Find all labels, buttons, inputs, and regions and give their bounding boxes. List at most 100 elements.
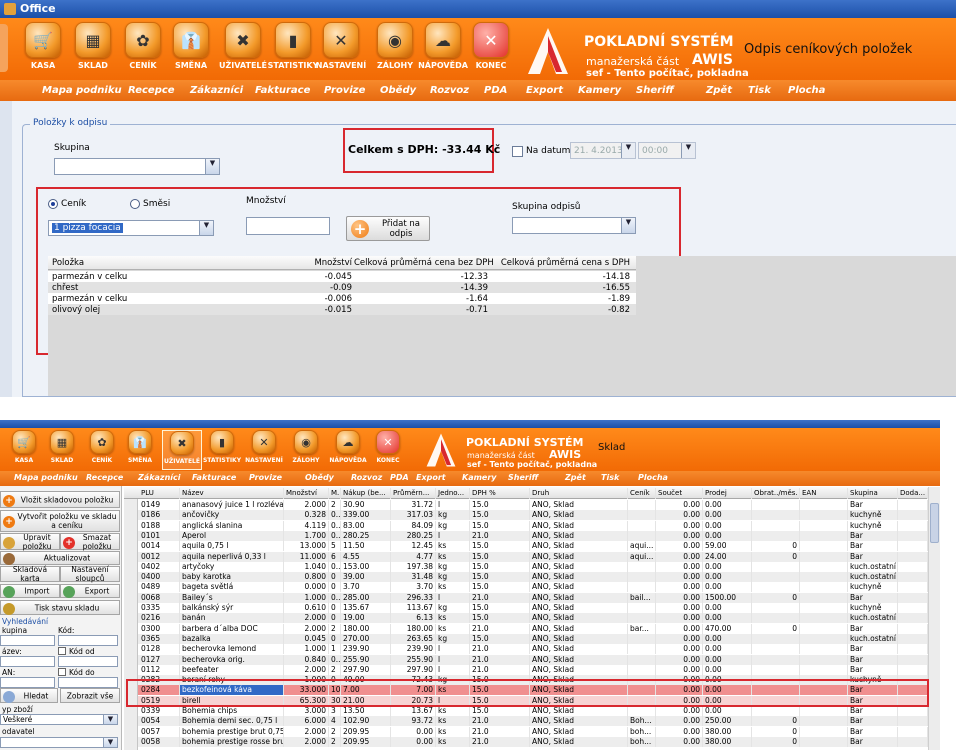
dodavatel-select[interactable]: ▼ [0, 737, 118, 748]
sklad-table-row[interactable]: 0339 Bohemia chips 3.000 3 13.50 13.67 ks 15.0 A… [138, 706, 928, 716]
menu-item[interactable]: Plocha [788, 85, 825, 96]
toolbar2-nastavení-button[interactable]: ✕ NASTAVENÍ [244, 430, 284, 470]
aktualizovat-button[interactable]: Aktualizovat [0, 551, 120, 565]
zobrazit-vse-button[interactable]: Zobrazit vše [60, 688, 120, 703]
sklad-table-row[interactable]: 0365 bazalka 0.045 0 270.00 263.65 kg 15.0 ANO, … [138, 633, 928, 644]
sklad-table-row[interactable]: 0188anglická slanina4.1190...83.0084.09k… [138, 520, 928, 531]
menu2-item[interactable]: Tisk [601, 473, 619, 482]
sklad-column-header[interactable]: Množství [284, 488, 329, 499]
chevron-down-icon[interactable]: ▼ [621, 218, 635, 233]
sklad-table-row[interactable]: 0101Aperol1.7000...280.25280.25l21.0ANO,… [138, 530, 928, 541]
sklad-table-row[interactable]: 0112 beefeater 2.000 2 297.90 297.90 l 21.0 ANO,… [138, 664, 928, 675]
time-dropdown-icon[interactable]: ▼ [681, 143, 695, 158]
toolbar-statistiky-button[interactable]: ▮ STATISTIKY [268, 22, 318, 80]
menu-item[interactable]: Provize [324, 85, 365, 96]
nastaveni-sloupcu-button[interactable]: Nastavení sloupců [60, 565, 120, 583]
scroll-thumb[interactable] [930, 503, 939, 543]
add-to-odpis-button[interactable]: + Přidat na odpis [346, 216, 430, 241]
mnozstvi-input[interactable] [246, 217, 330, 235]
vertical-scrollbar[interactable] [928, 487, 940, 750]
na-datum-checkbox[interactable] [512, 146, 523, 157]
tisk-stavu-button[interactable]: Tisk stavu skladu [0, 600, 120, 615]
kod-od-checkbox[interactable] [58, 647, 66, 655]
menu2-item[interactable]: Provize [249, 473, 282, 482]
toolbar-sklad-button[interactable]: ▦ SKLAD [68, 22, 118, 80]
search-kod-input[interactable] [58, 635, 118, 646]
radio-smesi[interactable] [130, 199, 140, 209]
sklad-column-header[interactable]: Skupina [848, 488, 898, 499]
search-kod-do-input[interactable] [58, 677, 118, 688]
import-button[interactable]: Import [0, 584, 60, 598]
menu2-item[interactable]: Obědy [305, 473, 334, 482]
sklad-table-row[interactable]: 0186ančovičky0.3280...339.00317.03kg15.0… [138, 510, 928, 521]
sklad-column-header[interactable]: Součet [656, 488, 703, 499]
search-kod-od-input[interactable] [58, 656, 118, 667]
sklad-column-header[interactable]: Prodej [703, 488, 752, 499]
toolbar-ceník-button[interactable]: ✿ CENÍK [118, 22, 168, 80]
odpis-column-header[interactable]: Celková průměrná cena s DPH [490, 258, 630, 268]
skladova-karta-button[interactable]: Skladová karta [0, 565, 60, 583]
kod-do-checkbox[interactable] [58, 668, 66, 676]
menu-item[interactable]: Zákazníci [190, 85, 243, 96]
menu-item[interactable]: Rozvoz [430, 85, 469, 96]
skupina-odpisu-select[interactable]: ▼ [512, 217, 636, 234]
toolbar-zálohy-button[interactable]: ◉ ZÁLOHY [370, 22, 420, 80]
menu-item[interactable]: Kamery [578, 85, 621, 96]
smazat-polozku-button[interactable]: + Smazat položku [60, 533, 120, 551]
menu-item[interactable]: Recepce [128, 85, 175, 96]
sklad-table-row[interactable]: 0127becherovka orig.0.8400...255.90255.9… [138, 654, 928, 665]
menu-item[interactable]: Fakturace [255, 85, 310, 96]
vytvorit-polozku-button[interactable]: + Vytvořit položku ve skladu a ceníku [0, 510, 120, 532]
toolbar-směna-button[interactable]: 👔 SMĚNA [166, 22, 216, 80]
export-button[interactable]: Export [60, 584, 120, 598]
toolbar-kasa-button[interactable]: 🛒 KASA [18, 22, 68, 80]
menu-item[interactable]: Sheriff [636, 85, 674, 96]
toolbar-konec-button[interactable]: ✕ KONEC [466, 22, 516, 80]
search-ean-input[interactable] [0, 677, 55, 688]
product-select[interactable]: 1 pizza focacia ▼ [48, 220, 214, 236]
sklad-table-row[interactable]: 0300 barbera d´alba DOC 2.000 2 180.00 180.00… [138, 623, 928, 634]
menu-item[interactable]: Mapa podniku [42, 85, 122, 96]
sklad-table-row[interactable]: 0068Bailey´s1.0000...285.00296.33l21.0AN… [138, 592, 928, 603]
menu2-item[interactable]: Zákazníci [138, 473, 181, 482]
toolbar2-směna-button[interactable]: 👔 SMĚNA [120, 430, 160, 470]
date-picker[interactable]: 21. 4.2013 ▼ [570, 142, 636, 159]
odpis-column-header[interactable]: Množství [222, 258, 352, 268]
chevron-down-icon[interactable]: ▼ [103, 715, 117, 724]
sklad-table-row[interactable]: 0402artyčoky1.0400...153.00197.38kg15.0A… [138, 561, 928, 572]
menu-item[interactable]: Zpět [706, 85, 732, 96]
menu2-item[interactable]: Kamery [462, 473, 497, 482]
toolbar2-zálohy-button[interactable]: ◉ ZÁLOHY [286, 430, 326, 470]
sklad-column-header[interactable]: Nákup (be... [341, 488, 391, 499]
odpis-column-header[interactable]: Položka [52, 258, 222, 268]
chevron-down-icon[interactable]: ▼ [205, 159, 219, 174]
sklad-column-header[interactable]: DPH % [470, 488, 530, 499]
sklad-table-row[interactable]: 0058 bohemia prestige rosse bru... 2.000 2 2… [138, 736, 928, 747]
menu2-item[interactable]: Export [416, 473, 446, 482]
sklad-table-row[interactable]: 0335 balkánský sýr 0.610 0 135.67 113.67 kg 15.… [138, 603, 928, 613]
sklad-column-header[interactable]: PLU [139, 488, 180, 499]
sklad-column-header[interactable]: Průměrn... [391, 488, 436, 499]
toolbar2-sklad-button[interactable]: ▦ SKLAD [42, 430, 82, 470]
menu2-item[interactable]: Sheriff [508, 473, 538, 482]
toolbar-nastavení-button[interactable]: ✕ NASTAVENÍ [316, 22, 366, 80]
calendar-dropdown-icon[interactable]: ▼ [621, 143, 635, 158]
menu2-item[interactable]: Rozvoz [351, 473, 382, 482]
menu2-item[interactable]: Recepce [86, 473, 123, 482]
search-skupina-select[interactable] [0, 635, 55, 646]
vlozit-polozku-button[interactable]: + Vložit skladovou položku [0, 491, 120, 508]
radio-cenik[interactable] [48, 199, 58, 209]
upravit-polozku-button[interactable]: Upravit položku [0, 533, 60, 551]
skupina-select[interactable]: ▼ [54, 158, 220, 175]
sklad-table-row[interactable]: 0012 aquila neperlivá 0,33 l 11.000 6 4.55 4.… [138, 551, 928, 562]
toolbar2-uživatelé-button[interactable]: ✖ UŽIVATELÉ [162, 430, 202, 470]
sklad-column-header[interactable]: Ceník [628, 488, 656, 499]
sklad-table-row[interactable]: 0489 bageta světlá 0.000 0 3.70 3.70 ks 15.0 ANO… [138, 582, 928, 593]
menu2-item[interactable]: Zpět [565, 473, 586, 482]
sklad-column-header[interactable]: Druh [530, 488, 628, 499]
menu-item[interactable]: PDA [484, 85, 507, 96]
menu-item[interactable]: Tisk [748, 85, 771, 96]
menu2-item[interactable]: Fakturace [192, 473, 236, 482]
toolbar2-konec-button[interactable]: ✕ KONEC [368, 430, 408, 470]
menu2-item[interactable]: Plocha [638, 473, 668, 482]
